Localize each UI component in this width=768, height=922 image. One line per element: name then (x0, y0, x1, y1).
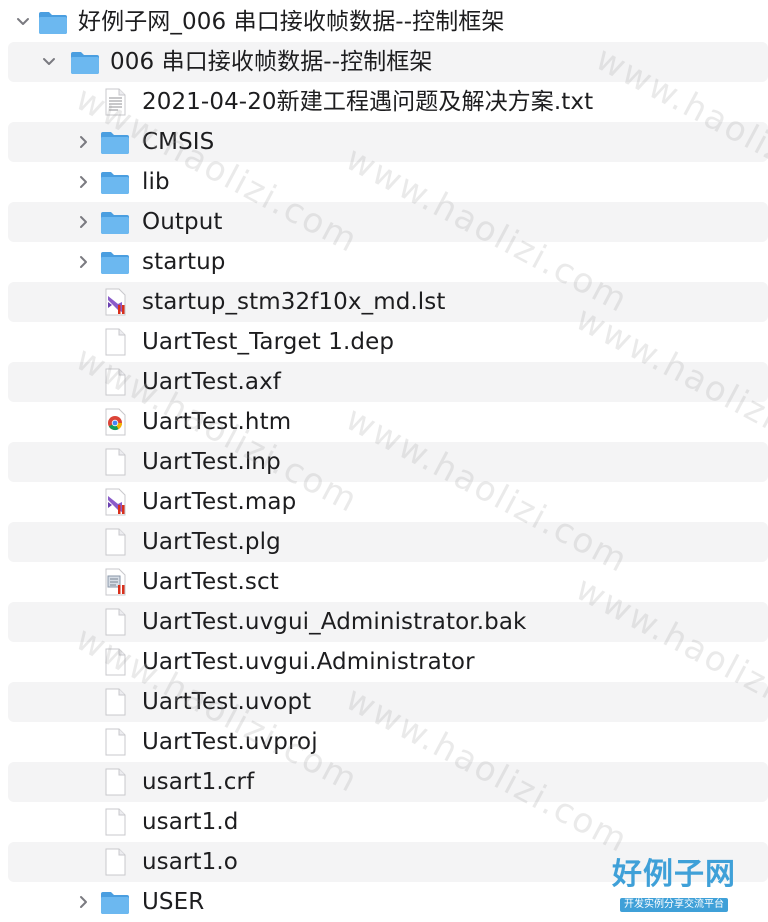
site-logo: 好例子网 开发实例分享交流平台 (610, 857, 738, 912)
file-name: UartTest.sct (142, 569, 279, 595)
folder-icon (38, 8, 68, 36)
file-name: usart1.crf (142, 769, 255, 795)
folder-name: Output (142, 209, 223, 235)
file-row[interactable]: UartTest.uvproj (8, 722, 768, 762)
file-row[interactable]: UartTest.lnp (8, 442, 768, 482)
folder-icon (100, 888, 130, 916)
chevron-down-icon[interactable] (14, 13, 32, 31)
file-row[interactable]: UartTest.uvopt (8, 682, 768, 722)
folder-row[interactable]: 006 串口接收帧数据--控制框架 (8, 42, 768, 82)
file-name: usart1.o (142, 849, 238, 875)
folder-name: lib (142, 169, 170, 195)
file-row[interactable]: UartTest.plg (8, 522, 768, 562)
file-name: UartTest.axf (142, 369, 282, 395)
blank-file-icon (100, 728, 130, 756)
folder-name: 006 串口接收帧数据--控制框架 (110, 49, 433, 75)
logo-title: 好例子网 (612, 857, 736, 892)
blank-file-icon (100, 448, 130, 476)
folder-name: startup (142, 249, 226, 275)
chevron-right-icon[interactable] (74, 253, 92, 271)
script-file-icon (100, 568, 130, 596)
folder-icon (100, 128, 130, 156)
folder-row[interactable]: CMSIS (8, 122, 768, 162)
visual-studio-file-icon (100, 288, 130, 316)
file-tree: 好例子网_006 串口接收帧数据--控制框架 006 串口接收帧数据--控制框架 2… (0, 0, 768, 918)
folder-row[interactable]: startup (8, 242, 768, 282)
chevron-down-icon[interactable] (40, 53, 58, 71)
visual-studio-file-icon (100, 488, 130, 516)
file-name: startup_stm32f10x_md.lst (142, 289, 446, 315)
folder-row[interactable]: Output (8, 202, 768, 242)
file-row[interactable]: UartTest.uvgui.Administrator (8, 642, 768, 682)
folder-name: 好例子网_006 串口接收帧数据--控制框架 (78, 9, 505, 35)
file-name: UartTest.uvproj (142, 729, 318, 755)
folder-row[interactable]: lib (8, 162, 768, 202)
chrome-file-icon (100, 408, 130, 436)
blank-file-icon (100, 848, 130, 876)
file-name: UartTest.uvgui.Administrator (142, 649, 475, 675)
file-row[interactable]: startup_stm32f10x_md.lst (8, 282, 768, 322)
logo-subtitle: 开发实例分享交流平台 (620, 898, 728, 912)
file-name: UartTest.map (142, 489, 297, 515)
folder-icon (100, 208, 130, 236)
folder-icon (70, 48, 100, 76)
file-row[interactable]: UartTest.uvgui_Administrator.bak (8, 602, 768, 642)
text-file-icon (100, 88, 130, 116)
chevron-right-icon[interactable] (74, 213, 92, 231)
file-name: 2021-04-20新建工程遇问题及解决方案.txt (142, 89, 594, 115)
blank-file-icon (100, 808, 130, 836)
file-name: UartTest.plg (142, 529, 281, 555)
file-row[interactable]: UartTest.map (8, 482, 768, 522)
file-name: UartTest.uvgui_Administrator.bak (142, 609, 527, 635)
blank-file-icon (100, 648, 130, 676)
file-name: UartTest.uvopt (142, 689, 312, 715)
folder-row[interactable]: 好例子网_006 串口接收帧数据--控制框架 (8, 2, 768, 42)
folder-icon (100, 248, 130, 276)
chevron-right-icon[interactable] (74, 173, 92, 191)
file-row[interactable]: usart1.d (8, 802, 768, 842)
file-name: UartTest_Target 1.dep (142, 329, 395, 355)
chevron-right-icon[interactable] (74, 893, 92, 911)
folder-icon (100, 168, 130, 196)
file-row[interactable]: UartTest.sct (8, 562, 768, 602)
blank-file-icon (100, 328, 130, 356)
file-row[interactable]: UartTest.htm (8, 402, 768, 442)
folder-name: USER (142, 889, 205, 915)
file-name: UartTest.htm (142, 409, 292, 435)
folder-name: CMSIS (142, 129, 215, 155)
blank-file-icon (100, 368, 130, 396)
chevron-right-icon[interactable] (74, 133, 92, 151)
file-name: UartTest.lnp (142, 449, 281, 475)
blank-file-icon (100, 528, 130, 556)
file-row[interactable]: UartTest_Target 1.dep (8, 322, 768, 362)
file-row[interactable]: usart1.crf (8, 762, 768, 802)
file-row[interactable]: 2021-04-20新建工程遇问题及解决方案.txt (8, 82, 768, 122)
file-name: usart1.d (142, 809, 239, 835)
blank-file-icon (100, 688, 130, 716)
blank-file-icon (100, 768, 130, 796)
blank-file-icon (100, 608, 130, 636)
file-row[interactable]: UartTest.axf (8, 362, 768, 402)
